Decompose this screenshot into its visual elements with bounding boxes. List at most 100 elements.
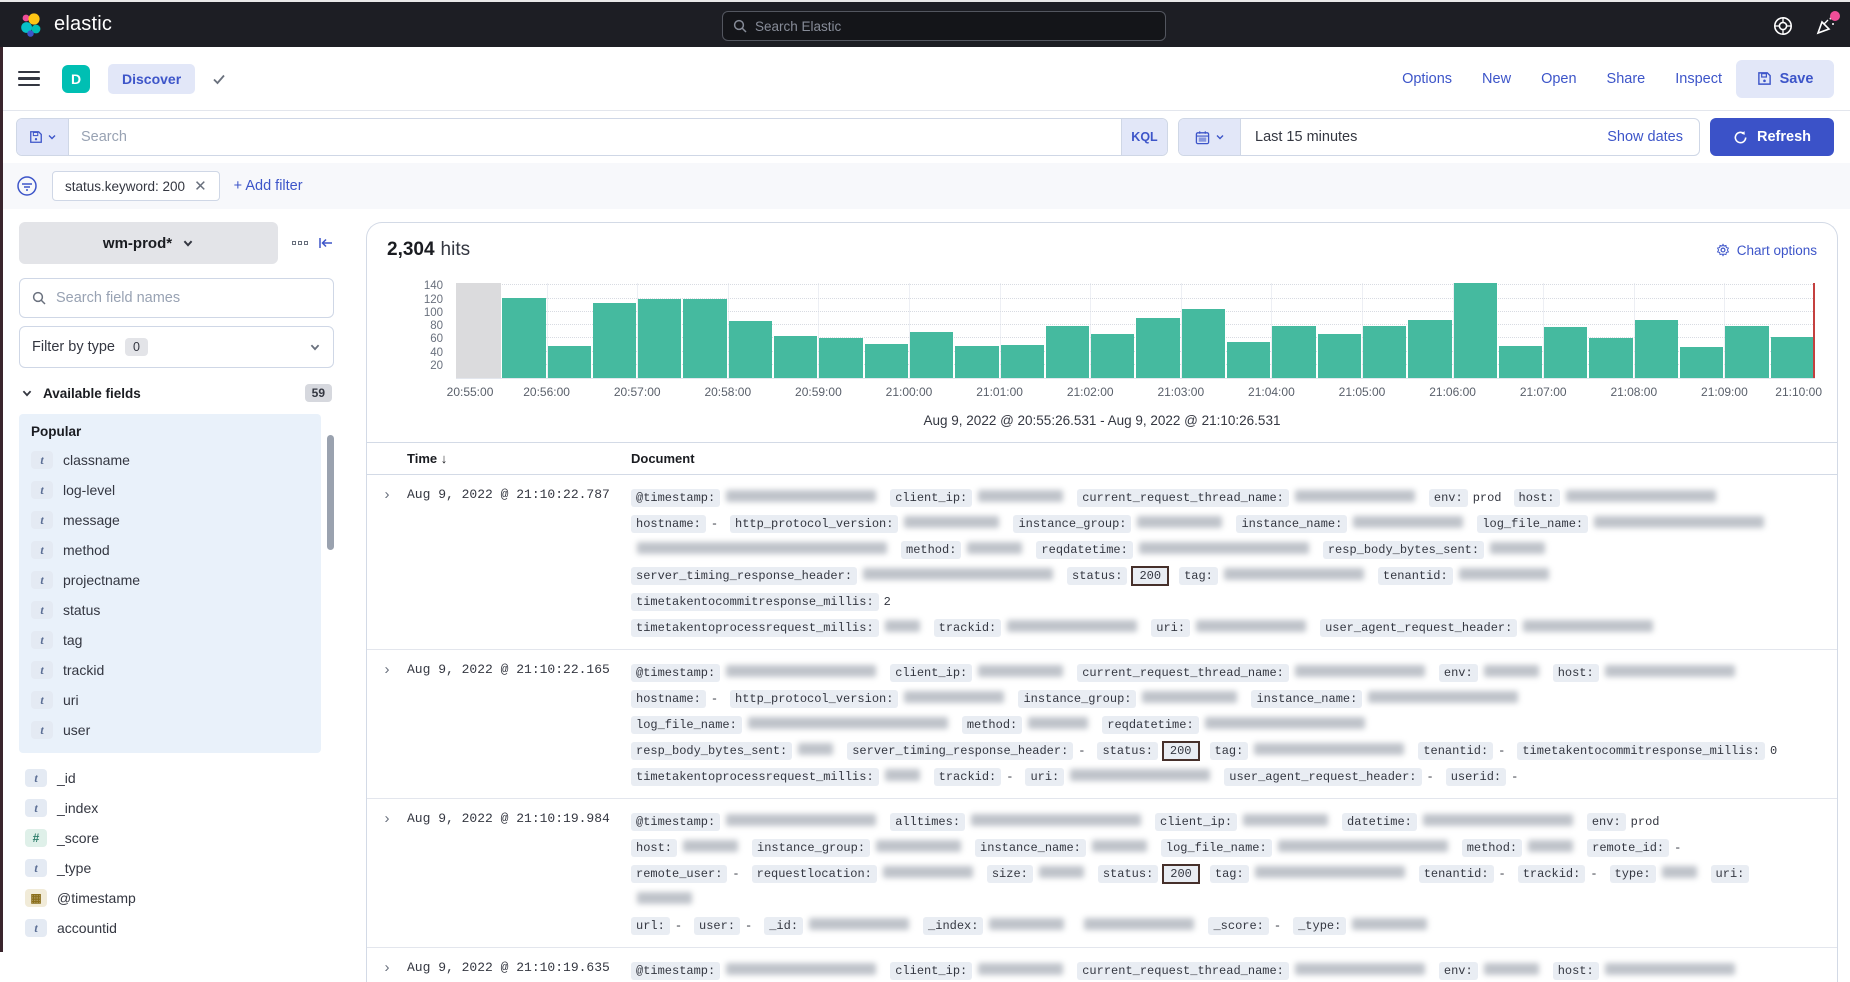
chart-options-button[interactable]: Chart options: [1716, 243, 1817, 258]
time-column-header[interactable]: Time ↓: [407, 451, 631, 466]
histogram-bar[interactable]: [1407, 283, 1452, 378]
add-filter-button[interactable]: + Add filter: [234, 178, 303, 194]
save-button[interactable]: Save: [1736, 60, 1834, 98]
available-fields-header[interactable]: Available fields 59: [19, 384, 334, 402]
histogram-bar[interactable]: [1226, 283, 1271, 378]
histogram-bar[interactable]: [773, 283, 818, 378]
open-link[interactable]: Open: [1541, 71, 1576, 87]
field-item-_type[interactable]: t_type: [19, 853, 334, 883]
histogram-bar[interactable]: [1045, 283, 1090, 378]
histogram-bar[interactable]: [1770, 283, 1815, 378]
filter-pill-status-keyword[interactable]: status.keyword: 200 ✕: [52, 171, 220, 201]
histogram-bar[interactable]: [864, 283, 909, 378]
show-dates-button[interactable]: Show dates: [1591, 119, 1699, 155]
menu-icon[interactable]: [18, 71, 40, 87]
histogram-bar[interactable]: [1000, 283, 1045, 378]
filter-by-type-button[interactable]: Filter by type 0: [19, 326, 334, 368]
query-language-button[interactable]: KQL: [1121, 119, 1167, 155]
field-label-pill: trackid:: [934, 619, 1002, 637]
field-item-log-level[interactable]: tlog-level: [25, 475, 321, 505]
field-label-pill: tenantid:: [1419, 865, 1494, 883]
field-item-user[interactable]: tuser: [25, 715, 321, 745]
query-input[interactable]: Search: [69, 119, 1121, 155]
collapse-sidebar-icon[interactable]: [318, 236, 334, 250]
histogram-bar[interactable]: [728, 283, 773, 378]
remove-filter-icon[interactable]: ✕: [194, 177, 207, 195]
redacted-value: [1092, 840, 1147, 852]
histogram-bar[interactable]: [1588, 283, 1633, 378]
field-item-_index[interactable]: t_index: [19, 793, 334, 823]
field-item-accountid[interactable]: taccountid: [19, 913, 334, 943]
histogram-bar[interactable]: [1543, 283, 1588, 378]
field-item-classname[interactable]: tclassname: [25, 445, 321, 475]
index-pattern-switcher[interactable]: wm-prod*: [19, 222, 278, 264]
documents-table: Time ↓ Document ›Aug 9, 2022 @ 21:10:22.…: [367, 442, 1837, 982]
options-link[interactable]: Options: [1402, 71, 1452, 87]
expand-row-icon[interactable]: ›: [367, 660, 407, 790]
field-search-input[interactable]: Search field names: [19, 278, 334, 318]
histogram-bar[interactable]: [592, 283, 637, 378]
field-value: -: [1498, 744, 1505, 758]
sidebar-scrollbar[interactable]: [327, 435, 334, 550]
refresh-button[interactable]: Refresh: [1710, 118, 1834, 156]
histogram-bar[interactable]: [1679, 283, 1724, 378]
histogram-bar[interactable]: [1724, 283, 1769, 378]
histogram-bar[interactable]: [1317, 283, 1362, 378]
expand-row-icon[interactable]: ›: [367, 809, 407, 939]
field-item-tag[interactable]: ttag: [25, 625, 321, 655]
field-item-_id[interactable]: t_id: [19, 763, 334, 793]
redacted-value: [726, 963, 876, 975]
histogram-bar[interactable]: [1362, 283, 1407, 378]
field-stats-icon[interactable]: [292, 241, 308, 245]
histogram-bar[interactable]: [1498, 283, 1543, 378]
field-item-uri[interactable]: turi: [25, 685, 321, 715]
histogram-bar[interactable]: [637, 283, 682, 378]
time-range-value[interactable]: Last 15 minutes: [1241, 119, 1591, 155]
histogram-bar[interactable]: [501, 283, 546, 378]
new-link[interactable]: New: [1482, 71, 1511, 87]
share-link[interactable]: Share: [1607, 71, 1646, 87]
partial-bucket[interactable]: [456, 283, 501, 378]
histogram-chart[interactable]: 20406080100120140: [367, 283, 1815, 379]
field-item-@timestamp[interactable]: ▦@timestamp: [19, 883, 334, 913]
field-label-pill: method:: [901, 541, 961, 559]
histogram-bar[interactable]: [547, 283, 592, 378]
field-item-trackid[interactable]: ttrackid: [25, 655, 321, 685]
histogram-bar[interactable]: [1181, 283, 1226, 378]
space-avatar[interactable]: D: [62, 65, 90, 93]
expand-row-icon[interactable]: ›: [367, 485, 407, 641]
field-label-pill: env:: [1439, 664, 1478, 682]
field-item-projectname[interactable]: tprojectname: [25, 565, 321, 595]
field-item-_score[interactable]: #_score: [19, 823, 334, 853]
field-item-status[interactable]: tstatus: [25, 595, 321, 625]
field-label-pill: current_request_thread_name:: [1077, 489, 1289, 507]
sort-descending-icon[interactable]: ↓: [441, 451, 448, 466]
field-item-method[interactable]: tmethod: [25, 535, 321, 565]
help-icon[interactable]: [1772, 15, 1794, 37]
histogram-bar[interactable]: [682, 283, 727, 378]
newsfeed-icon[interactable]: [1814, 15, 1836, 37]
histogram-bar[interactable]: [1271, 283, 1316, 378]
inspect-link[interactable]: Inspect: [1675, 71, 1722, 87]
field-name: _index: [57, 800, 98, 816]
saved-query-menu-button[interactable]: [17, 119, 69, 155]
breadcrumb-discover[interactable]: Discover: [108, 64, 195, 94]
expand-row-icon[interactable]: ›: [367, 958, 407, 982]
field-label-pill: method:: [962, 716, 1022, 734]
histogram-bar[interactable]: [1634, 283, 1679, 378]
global-search-input[interactable]: Search Elastic: [722, 11, 1166, 41]
histogram-bar[interactable]: [1453, 283, 1498, 378]
histogram-bar[interactable]: [1135, 283, 1180, 378]
field-item-message[interactable]: tmessage: [25, 505, 321, 535]
brand-name: elastic: [54, 13, 112, 36]
histogram-bar[interactable]: [818, 283, 863, 378]
field-name: _id: [57, 770, 76, 786]
field-name: message: [63, 512, 120, 528]
filter-menu-icon[interactable]: [16, 175, 38, 197]
query-placeholder: Search: [81, 129, 127, 145]
date-picker-button[interactable]: [1179, 119, 1241, 155]
histogram-bar[interactable]: [1090, 283, 1135, 378]
histogram-bar[interactable]: [909, 283, 954, 378]
histogram-bar[interactable]: [954, 283, 999, 378]
elastic-logo[interactable]: elastic: [18, 12, 112, 38]
